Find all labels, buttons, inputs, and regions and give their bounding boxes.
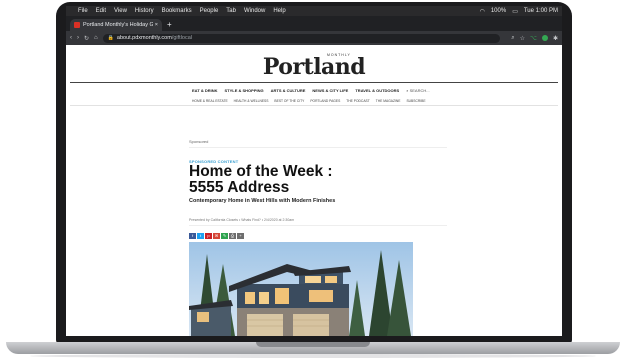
wifi-icon[interactable]: ◠	[480, 8, 485, 15]
article-dek: Contemporary Home in West Hills with Mod…	[189, 198, 336, 204]
menu-history[interactable]: History	[135, 8, 154, 14]
nav-podcast[interactable]: THE PODCAST	[346, 99, 369, 103]
logo-text: Portland	[262, 54, 366, 80]
browser-tab[interactable]: Portland Monthly's Holiday Gi ×	[70, 19, 162, 31]
tab-title: Portland Monthly's Holiday Gi	[83, 22, 153, 28]
site-search[interactable]: ⌕ SEARCH...	[406, 88, 429, 93]
share-buttons: f t p ✉ ✎ ⎙ +	[189, 233, 245, 239]
headline-line-2: 5555 Address	[189, 179, 290, 196]
twitter-share-icon[interactable]: t	[197, 233, 204, 239]
menubar-status: ◠ 100% ▭ Tue 1:00 PM	[474, 8, 558, 15]
nav-arts-culture[interactable]: ARTS & CULTURE	[271, 88, 306, 93]
article-headline: Home of the Week : 5555 Address	[189, 164, 409, 196]
nav-magazine[interactable]: THE MAGAZINE	[376, 99, 401, 103]
nav-home-real-estate[interactable]: HOME & REAL ESTATE	[192, 99, 228, 103]
nav-portland-pages[interactable]: PORTLAND PAGES	[310, 99, 340, 103]
address-bar[interactable]: 🔒 about.pdxmonthly.com /giftlocal	[102, 33, 501, 43]
screen: File Edit View History Bookmarks People …	[66, 6, 562, 336]
menu-edit[interactable]: Edit	[96, 8, 106, 14]
extensions-puzzle-icon[interactable]: ✱	[553, 35, 558, 42]
home-button[interactable]: ⌂	[94, 35, 98, 41]
grammarly-icon[interactable]	[541, 35, 548, 41]
nav-travel-outdoors[interactable]: TRAVEL & OUTDOORS	[355, 88, 399, 93]
menubar-clock[interactable]: Tue 1:00 PM	[524, 8, 558, 14]
favicon-icon	[74, 22, 80, 28]
logo-monthly: MONTHLY	[327, 53, 351, 57]
nav-health-wellness[interactable]: HEALTH & WELLNESS	[234, 99, 269, 103]
nav-best-of-city[interactable]: BEST OF THE CITY	[274, 99, 304, 103]
laptop-shadow	[30, 354, 596, 358]
menu-file[interactable]: File	[78, 8, 88, 14]
nav-subscribe[interactable]: SUBSCRIBE	[406, 99, 425, 103]
menu-tab[interactable]: Tab	[226, 8, 236, 14]
battery-level: 100%	[490, 8, 507, 14]
zoom-icon[interactable]: ⌕	[511, 35, 514, 42]
nav-news-city-life[interactable]: NEWS & CITY LIFE	[312, 88, 348, 93]
site-logo[interactable]: Portland	[66, 54, 562, 80]
tab-close-icon[interactable]: ×	[155, 22, 158, 28]
webpage: Portland MONTHLY EAT & DRINK STYLE & SHO…	[66, 45, 562, 336]
lock-icon[interactable]: 🔒	[108, 35, 114, 41]
laptop-frame: File Edit View History Bookmarks People …	[0, 0, 626, 360]
sponsored-label: Sponsored	[189, 139, 209, 144]
divider	[189, 225, 447, 226]
menu-people[interactable]: People	[200, 8, 219, 14]
pinterest-share-icon[interactable]: p	[205, 233, 212, 239]
menu-help[interactable]: Help	[273, 8, 285, 14]
new-tab-button[interactable]: +	[167, 20, 172, 29]
email-share-icon[interactable]: ✉	[213, 233, 220, 239]
reload-button[interactable]: ↻	[84, 35, 89, 42]
bookmark-star-icon[interactable]: ☆	[520, 35, 525, 42]
menu-bookmarks[interactable]: Bookmarks	[162, 8, 192, 14]
extension-icon[interactable]: ⌥	[530, 35, 537, 42]
menu-window[interactable]: Window	[244, 8, 265, 14]
url-host: about.pdxmonthly.com	[116, 35, 172, 41]
url-path: /giftlocal	[171, 35, 193, 41]
divider	[189, 147, 447, 148]
browser-toolbar: ‹ › ↻ ⌂ 🔒 about.pdxmonthly.com /giftloca…	[66, 31, 562, 45]
menu-view[interactable]: View	[114, 8, 127, 14]
article-byline: Presented by California Closets • Whats …	[189, 218, 295, 222]
more-share-icon[interactable]: +	[237, 233, 244, 239]
primary-nav: EAT & DRINK STYLE & SHOPPING ARTS & CULT…	[192, 88, 437, 93]
sms-share-icon[interactable]: ✎	[221, 233, 228, 239]
battery-icon[interactable]: ▭	[512, 8, 518, 15]
nav-style-shopping[interactable]: STYLE & SHOPPING	[224, 88, 263, 93]
house-photo	[189, 242, 413, 336]
forward-button[interactable]: ›	[77, 35, 79, 41]
print-share-icon[interactable]: ⎙	[229, 233, 236, 239]
nav-divider	[70, 105, 558, 106]
facebook-share-icon[interactable]: f	[189, 233, 196, 239]
laptop-notch	[256, 342, 370, 347]
mac-menubar: File Edit View History Bookmarks People …	[66, 6, 562, 16]
secondary-nav: HOME & REAL ESTATE HEALTH & WELLNESS BES…	[192, 99, 432, 103]
headline-line-1: Home of the Week :	[189, 163, 333, 180]
tab-strip: Portland Monthly's Holiday Gi × +	[66, 16, 562, 31]
nav-eat-drink[interactable]: EAT & DRINK	[192, 88, 217, 93]
header-rule	[70, 82, 558, 83]
back-button[interactable]: ‹	[70, 35, 72, 41]
